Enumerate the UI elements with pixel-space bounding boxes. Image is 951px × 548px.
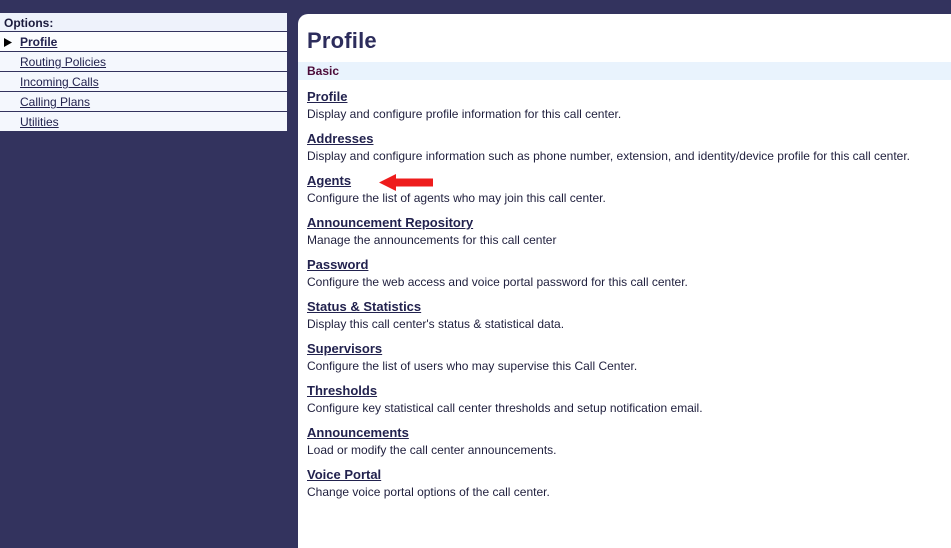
desc-password: Configure the web access and voice porta… <box>307 275 688 289</box>
sidebar-link-calling-plans[interactable]: Calling Plans <box>20 92 90 112</box>
desc-announcements: Load or modify the call center announcem… <box>307 443 557 457</box>
desc-agents: Configure the list of agents who may joi… <box>307 191 606 205</box>
link-password[interactable]: Password <box>307 257 368 273</box>
link-announcement-repository[interactable]: Announcement Repository <box>307 215 473 231</box>
desc-supervisors: Configure the list of users who may supe… <box>307 359 638 373</box>
link-agents[interactable]: Agents <box>307 173 351 189</box>
list-item-addresses: Addresses Display and configure informat… <box>307 131 951 164</box>
app-window: Options: Profile Routing Policies Incomi… <box>0 0 951 548</box>
options-list: Profile Display and configure profile in… <box>298 89 951 500</box>
link-status-statistics[interactable]: Status & Statistics <box>307 299 421 315</box>
list-item-status-statistics: Status & Statistics Display this call ce… <box>307 299 951 332</box>
options-header: Options: <box>0 12 288 32</box>
link-supervisors[interactable]: Supervisors <box>307 341 382 357</box>
sidebar-link-routing-policies[interactable]: Routing Policies <box>20 52 106 72</box>
page-title: Profile <box>307 28 377 53</box>
list-item-supervisors: Supervisors Configure the list of users … <box>307 341 951 374</box>
desc-status-statistics: Display this call center's status & stat… <box>307 317 565 331</box>
triangle-right-icon <box>4 32 16 52</box>
section-header-basic: Basic <box>298 62 951 80</box>
sidebar-link-incoming-calls[interactable]: Incoming Calls <box>20 72 99 92</box>
desc-addresses: Display and configure information such a… <box>307 149 911 163</box>
link-thresholds[interactable]: Thresholds <box>307 383 377 399</box>
link-addresses[interactable]: Addresses <box>307 131 373 147</box>
desc-thresholds: Configure key statistical call center th… <box>307 401 703 415</box>
sidebar-link-profile[interactable]: Profile <box>20 32 57 52</box>
sidebar-item-profile[interactable]: Profile <box>0 32 288 52</box>
list-item-voice-portal: Voice Portal Change voice portal options… <box>307 467 951 500</box>
list-item-profile: Profile Display and configure profile in… <box>307 89 951 122</box>
link-announcements[interactable]: Announcements <box>307 425 409 441</box>
desc-profile: Display and configure profile informatio… <box>307 107 622 121</box>
sidebar-item-routing-policies[interactable]: Routing Policies <box>0 52 288 72</box>
sidebar-item-calling-plans[interactable]: Calling Plans <box>0 92 288 112</box>
sidebar-item-utilities[interactable]: Utilities <box>0 112 288 132</box>
desc-announcement-repository: Manage the announcements for this call c… <box>307 233 557 247</box>
link-voice-portal[interactable]: Voice Portal <box>307 467 381 483</box>
list-item-password: Password Configure the web access and vo… <box>307 257 951 290</box>
sidebar-item-incoming-calls[interactable]: Incoming Calls <box>0 72 288 92</box>
red-left-arrow-icon <box>379 174 433 191</box>
list-item-announcement-repository: Announcement Repository Manage the annou… <box>307 215 951 248</box>
options-sidebar: Options: Profile Routing Policies Incomi… <box>0 12 288 132</box>
list-item-thresholds: Thresholds Configure key statistical cal… <box>307 383 951 416</box>
list-item-agents: Agents Configure the list of agents who … <box>307 173 951 206</box>
link-profile[interactable]: Profile <box>307 89 347 105</box>
desc-voice-portal: Change voice portal options of the call … <box>307 485 550 499</box>
sidebar-link-utilities[interactable]: Utilities <box>20 112 59 132</box>
list-item-announcements: Announcements Load or modify the call ce… <box>307 425 951 458</box>
content-panel: Profile Basic Profile Display and config… <box>296 12 951 548</box>
